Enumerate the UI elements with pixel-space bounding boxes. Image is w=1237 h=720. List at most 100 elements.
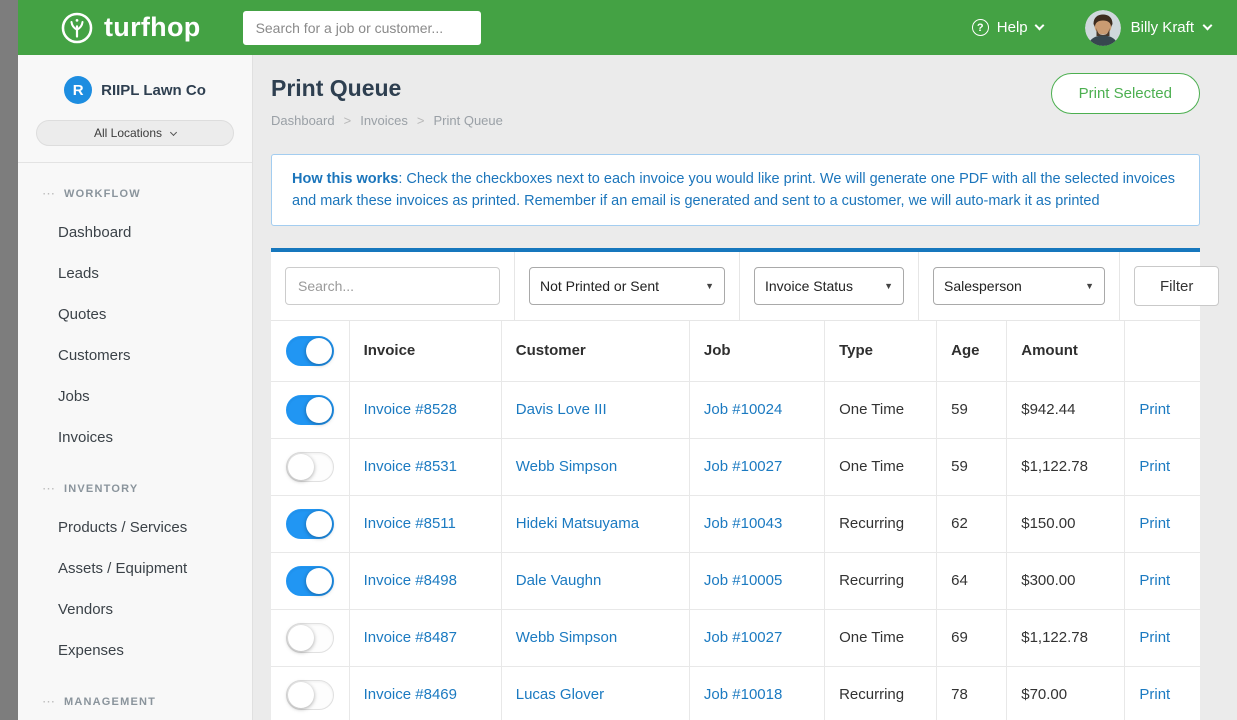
invoice-age: 59 <box>937 381 1007 438</box>
top-navbar: turfhop ? Help <box>18 0 1237 55</box>
select-arrow-icon: ▼ <box>1085 281 1094 291</box>
column-header-age: Age <box>937 321 1007 381</box>
job-link[interactable]: Job #10005 <box>704 572 782 589</box>
breadcrumb-separator: > <box>344 113 352 128</box>
chevron-down-icon <box>1034 21 1044 31</box>
job-link[interactable]: Job #10027 <box>704 458 782 475</box>
print-link[interactable]: Print <box>1139 515 1170 532</box>
customer-link[interactable]: Davis Love III <box>516 401 607 418</box>
sidebar-item-dashboard[interactable]: Dashboard <box>18 212 252 253</box>
table-row: Invoice #8531 Webb Simpson Job #10027 On… <box>271 438 1200 495</box>
invoice-link[interactable]: Invoice #8498 <box>364 572 457 589</box>
main-content: Print Queue Dashboard > Invoices > Print… <box>253 55 1237 720</box>
sidebar-item-quotes[interactable]: Quotes <box>18 294 252 335</box>
invoice-amount: $1,122.78 <box>1007 609 1125 666</box>
table-search-input[interactable] <box>285 267 500 305</box>
breadcrumb-invoices[interactable]: Invoices <box>360 113 408 128</box>
print-selected-button[interactable]: Print Selected <box>1051 73 1200 114</box>
invoice-age: 59 <box>937 438 1007 495</box>
sidebar-company-block: R RIIPL Lawn Co All Locations <box>18 55 252 163</box>
select-all-toggle[interactable] <box>286 336 334 366</box>
row-toggle[interactable] <box>286 680 334 710</box>
invoice-link[interactable]: Invoice #8531 <box>364 458 457 475</box>
user-menu[interactable]: Billy Kraft <box>1085 10 1211 46</box>
print-link[interactable]: Print <box>1139 686 1170 703</box>
customer-link[interactable]: Dale Vaughn <box>516 572 602 589</box>
breadcrumb: Dashboard > Invoices > Print Queue <box>271 113 503 128</box>
job-link[interactable]: Job #10018 <box>704 686 782 703</box>
print-link[interactable]: Print <box>1139 401 1170 418</box>
job-link[interactable]: Job #10027 <box>704 629 782 646</box>
info-box: How this works: Check the checkboxes nex… <box>271 154 1200 226</box>
invoice-link[interactable]: Invoice #8487 <box>364 629 457 646</box>
sidebar-item-expenses[interactable]: Expenses <box>18 630 252 671</box>
breadcrumb-dashboard[interactable]: Dashboard <box>271 113 335 128</box>
invoice-table: Invoice Customer Job Type Age Amount Inv… <box>271 321 1200 720</box>
sidebar-item-assets-equipment[interactable]: Assets / Equipment <box>18 548 252 589</box>
invoice-type: One Time <box>825 609 937 666</box>
invoice-link[interactable]: Invoice #8511 <box>364 515 456 532</box>
locations-selector[interactable]: All Locations <box>36 120 234 146</box>
section-dots-icon: ⋯ <box>42 481 55 497</box>
column-header-invoice: Invoice <box>349 321 501 381</box>
invoice-type: Recurring <box>825 666 937 720</box>
row-toggle[interactable] <box>286 395 334 425</box>
invoice-link[interactable]: Invoice #8528 <box>364 401 457 418</box>
invoice-type: Recurring <box>825 552 937 609</box>
invoice-table-body: Invoice #8528 Davis Love III Job #10024 … <box>271 381 1200 720</box>
app-root: turfhop ? Help <box>0 0 1237 720</box>
page-title: Print Queue <box>271 75 503 102</box>
sidebar-item-invoices[interactable]: Invoices <box>18 417 252 458</box>
help-label: Help <box>997 19 1028 36</box>
print-link[interactable]: Print <box>1139 629 1170 646</box>
brand-name: turfhop <box>104 12 201 43</box>
row-toggle[interactable] <box>286 623 334 653</box>
sidebar-item-leads[interactable]: Leads <box>18 253 252 294</box>
sidebar-section-header: ⋯INVENTORY <box>18 458 252 507</box>
sidebar-item-customers[interactable]: Customers <box>18 335 252 376</box>
print-link[interactable]: Print <box>1139 458 1170 475</box>
sidebar: R RIIPL Lawn Co All Locations ⋯WORKFLOWD… <box>18 55 253 720</box>
column-header-actions <box>1125 321 1200 381</box>
breadcrumb-current: Print Queue <box>434 113 503 128</box>
invoice-link[interactable]: Invoice #8469 <box>364 686 457 703</box>
customer-link[interactable]: Hideki Matsuyama <box>516 515 639 532</box>
row-toggle[interactable] <box>286 452 334 482</box>
chevron-down-icon <box>170 128 177 135</box>
row-toggle[interactable] <box>286 509 334 539</box>
sidebar-item-jobs[interactable]: Jobs <box>18 376 252 417</box>
column-header-customer: Customer <box>501 321 689 381</box>
print-link[interactable]: Print <box>1139 572 1170 589</box>
customer-link[interactable]: Lucas Glover <box>516 686 604 703</box>
invoice-amount: $150.00 <box>1007 495 1125 552</box>
customer-link[interactable]: Webb Simpson <box>516 458 617 475</box>
invoice-type: One Time <box>825 381 937 438</box>
customer-link[interactable]: Webb Simpson <box>516 629 617 646</box>
job-link[interactable]: Job #10024 <box>704 401 782 418</box>
invoice-amount: $70.00 <box>1007 666 1125 720</box>
sidebar-item-vendors[interactable]: Vendors <box>18 589 252 630</box>
select-arrow-icon: ▼ <box>705 281 714 291</box>
chevron-down-icon <box>1203 21 1213 31</box>
sidebar-item-products-services[interactable]: Products / Services <box>18 507 252 548</box>
salesperson-value: Salesperson <box>944 278 1022 294</box>
table-row: Invoice #8511 Hideki Matsuyama Job #1004… <box>271 495 1200 552</box>
locations-label: All Locations <box>94 126 162 140</box>
salesperson-select[interactable]: Salesperson ▼ <box>933 267 1105 305</box>
company: R RIIPL Lawn Co <box>18 55 252 118</box>
row-toggle[interactable] <box>286 566 334 596</box>
brand-logo[interactable]: turfhop <box>60 11 201 45</box>
printed-status-select[interactable]: Not Printed or Sent ▼ <box>529 267 725 305</box>
filter-button[interactable]: Filter <box>1134 266 1219 306</box>
help-menu[interactable]: ? Help <box>972 19 1043 36</box>
global-search-input[interactable] <box>243 11 481 45</box>
invoice-status-value: Invoice Status <box>765 278 853 294</box>
section-dots-icon: ⋯ <box>42 694 55 710</box>
info-body: : Check the checkboxes next to each invo… <box>292 171 1175 209</box>
table-row: Invoice #8498 Dale Vaughn Job #10005 Rec… <box>271 552 1200 609</box>
invoice-status-select[interactable]: Invoice Status ▼ <box>754 267 904 305</box>
column-header-type: Type <box>825 321 937 381</box>
job-link[interactable]: Job #10043 <box>704 515 782 532</box>
invoice-type: One Time <box>825 438 937 495</box>
print-queue-panel: Not Printed or Sent ▼ Invoice Status ▼ S… <box>271 248 1200 720</box>
